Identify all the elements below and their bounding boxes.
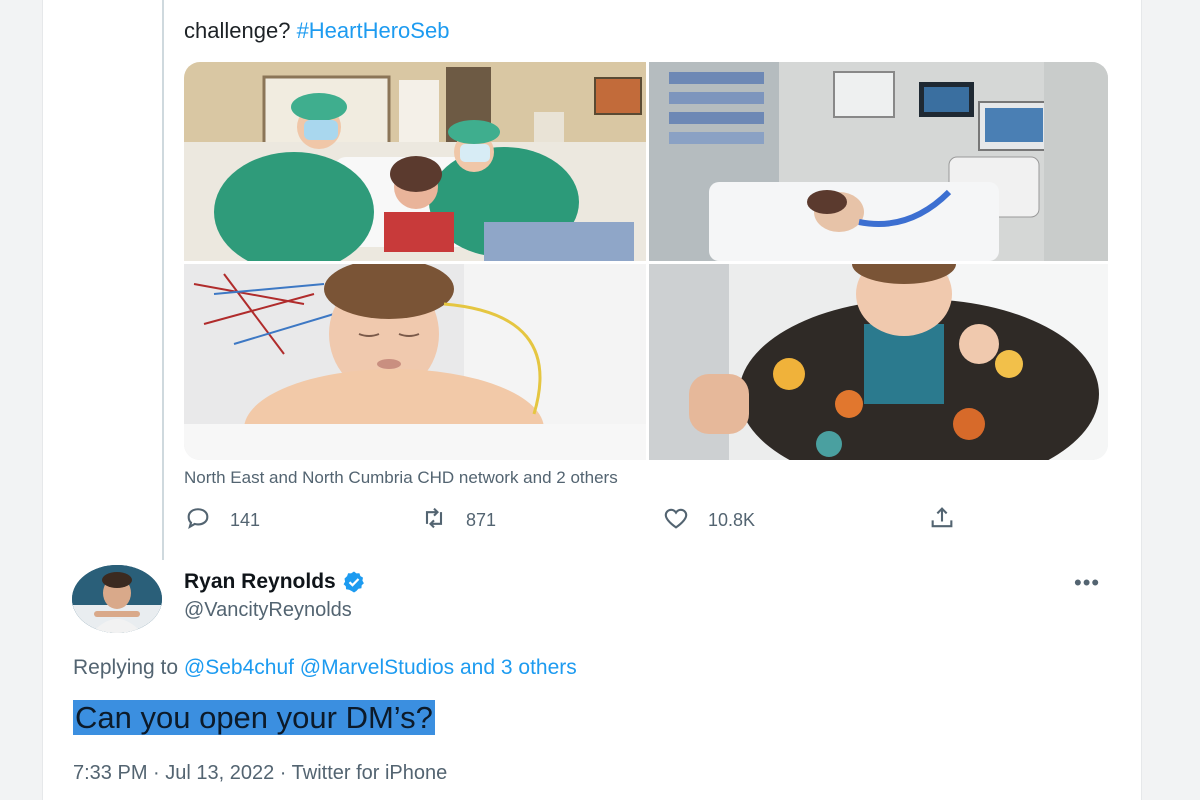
photo-icu-room-image bbox=[649, 62, 1108, 261]
like-count: 10.8K bbox=[708, 510, 756, 530]
like-button[interactable]: 10.8K bbox=[662, 504, 755, 537]
tweet-text: challenge? #HeartHeroSeb bbox=[184, 18, 449, 44]
tweet-text-prefix: challenge? bbox=[184, 18, 291, 43]
photo-surgeons-image bbox=[184, 62, 646, 261]
replying-to-label: Replying to bbox=[73, 656, 179, 679]
photo-surgeons[interactable] bbox=[184, 62, 646, 261]
thread-connector-line bbox=[162, 0, 164, 560]
reply-icon bbox=[184, 504, 212, 537]
reply-button[interactable]: 141 bbox=[184, 504, 260, 537]
replying-mentions[interactable]: @Seb4chuf @MarvelStudios and 3 others bbox=[184, 656, 577, 679]
photo-child-thumbs-up-image bbox=[649, 264, 1108, 460]
tweet-timestamp[interactable]: 7:33 PM · Jul 13, 2022 · Twitter for iPh… bbox=[73, 762, 447, 785]
media-tagged-people[interactable]: North East and North Cumbria CHD network… bbox=[184, 468, 618, 488]
retweet-icon bbox=[420, 504, 448, 537]
photo-child-thumbs-up[interactable] bbox=[649, 264, 1108, 460]
author-handle[interactable]: @VancityReynolds bbox=[184, 599, 352, 622]
photo-child-sleeping-image bbox=[184, 264, 646, 460]
media-grid bbox=[184, 62, 1108, 460]
share-icon bbox=[928, 504, 956, 537]
more-options-button[interactable]: ••• bbox=[1074, 570, 1100, 596]
avatar-image bbox=[72, 565, 162, 633]
reply-text: Can you open your DM’s? bbox=[73, 700, 435, 736]
photo-child-sleeping[interactable] bbox=[184, 264, 646, 460]
author-name[interactable]: Ryan Reynolds bbox=[184, 570, 336, 594]
reply-text-highlighted: Can you open your DM’s? bbox=[73, 700, 435, 735]
tweet-actions-bar: 141 871 10.8K bbox=[184, 504, 984, 538]
verified-badge-icon bbox=[342, 570, 366, 594]
replying-to-line: Replying to @Seb4chuf @MarvelStudios and… bbox=[73, 656, 577, 680]
like-icon bbox=[662, 504, 690, 537]
reply-count: 141 bbox=[230, 510, 261, 530]
hashtag-link[interactable]: #HeartHeroSeb bbox=[297, 18, 450, 43]
retweet-button[interactable]: 871 bbox=[420, 504, 496, 537]
share-button[interactable] bbox=[928, 504, 956, 537]
author-name-row[interactable]: Ryan Reynolds bbox=[184, 570, 366, 594]
retweet-count: 871 bbox=[466, 510, 497, 530]
avatar[interactable] bbox=[72, 565, 162, 633]
photo-icu-room[interactable] bbox=[649, 62, 1108, 261]
